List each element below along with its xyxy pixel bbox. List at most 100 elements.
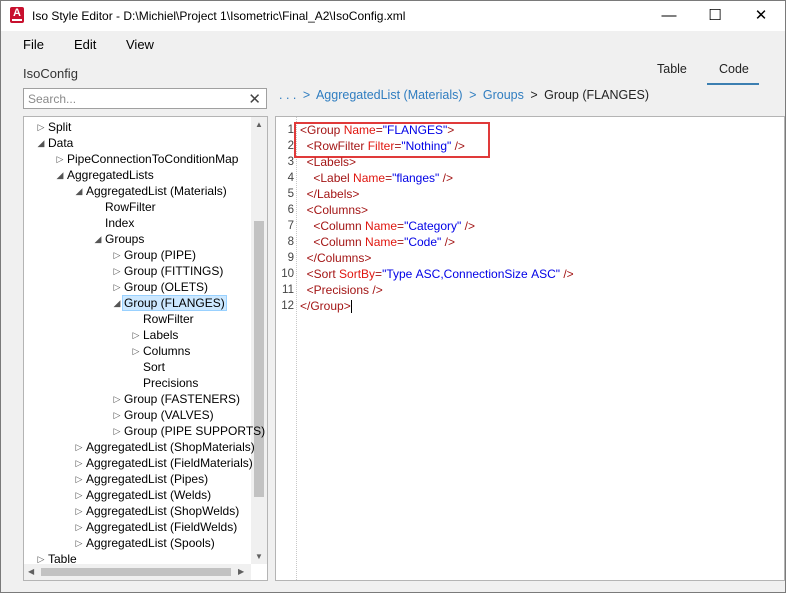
close-button[interactable]: ✕ [738,1,784,31]
tree-node[interactable]: ▷ PipeConnectionToConditionMap [57,151,239,167]
collapsed-arrow-icon[interactable]: ▷ [131,327,141,343]
tree-node[interactable]: ◢ Group (FLANGES) [114,295,227,311]
tree-node[interactable]: ▷ Group (PIPE) [114,247,197,263]
tree-node[interactable]: ▷ Group (FITTINGS) [114,263,224,279]
scroll-down-icon[interactable]: ▼ [255,552,263,561]
collapsed-arrow-icon[interactable]: ▷ [36,551,46,567]
tree-node-label: AggregatedList (FieldWelds) [86,520,238,534]
tree-view[interactable]: ▲ ▼ ◀ ▶ ▷ Split ◢ Data ▷ PipeConnectionToCond… [23,116,268,581]
collapsed-arrow-icon[interactable]: ▷ [74,455,84,471]
tree-node[interactable]: Precisions [143,375,198,391]
collapsed-arrow-icon[interactable]: ▷ [112,407,122,423]
tree-node[interactable]: RowFilter [143,311,194,327]
breadcrumb-ellipsis[interactable]: . . . [279,88,296,102]
tree-node[interactable]: ◢ Data [38,135,74,151]
collapsed-arrow-icon[interactable]: ▷ [112,247,122,263]
tree-node[interactable]: RowFilter [105,199,156,215]
tree-vertical-scrollbar[interactable]: ▲ ▼ [251,117,267,564]
menu-edit[interactable]: Edit [74,37,96,52]
tree-node[interactable]: ▷ Group (FASTENERS) [114,391,241,407]
collapsed-arrow-icon[interactable]: ▷ [74,487,84,503]
code-token: Name [365,235,398,249]
expanded-arrow-icon[interactable]: ◢ [74,183,84,199]
code-token: > [447,123,455,137]
line-number: 9 [287,252,294,264]
code-token: <Column [300,235,366,249]
breadcrumb-item-groups[interactable]: Groups [483,88,524,102]
code-token: "flanges" [392,171,440,185]
code-text: </Group> [300,298,352,314]
expanded-arrow-icon[interactable]: ◢ [55,167,65,183]
menu-file[interactable]: File [23,37,44,52]
tree-node[interactable]: ▷ AggregatedList (Pipes) [76,471,209,487]
line-number: 7 [287,220,294,232]
tree-node[interactable]: ◢ Groups [95,231,145,247]
tab-code[interactable]: Code [719,62,749,76]
collapsed-arrow-icon[interactable]: ▷ [112,391,122,407]
collapsed-arrow-icon[interactable]: ▷ [112,263,122,279]
breadcrumb-item-aggregatedlist[interactable]: AggregatedList (Materials) [316,88,463,102]
collapsed-arrow-icon[interactable]: ▷ [36,119,46,135]
code-editor[interactable]: 1 <Group Name="FLANGES"> 2 <RowFilter Filt… [275,116,785,581]
code-token: "Category" [404,219,462,233]
expanded-arrow-icon[interactable]: ◢ [112,295,122,311]
code-token: /> [461,219,475,233]
tree-node[interactable]: ▷ Columns [133,343,191,359]
scroll-up-icon[interactable]: ▲ [255,120,263,129]
window-title: Iso Style Editor - D:\Michiel\Project 1\… [32,9,406,23]
code-token: </Labels> [300,187,360,201]
tree-node[interactable]: ▷ Split [38,119,72,135]
collapsed-arrow-icon[interactable]: ▷ [74,471,84,487]
maximize-button[interactable]: ☐ [692,1,738,31]
code-line: 2 <RowFilter Filter="Nothing" /> [276,138,776,154]
tree-vertical-scroll-thumb[interactable] [254,221,264,497]
tree-node[interactable]: ▷ AggregatedList (Spools) [76,535,215,551]
collapsed-arrow-icon[interactable]: ▷ [74,519,84,535]
tree-node[interactable]: ◢ AggregatedLists [57,167,154,183]
title-bar: A Iso Style Editor - D:\Michiel\Project … [1,1,785,31]
code-token: "FLANGES" [382,123,448,137]
collapsed-arrow-icon[interactable]: ▷ [112,423,122,439]
clear-search-icon[interactable]: ✕ [248,90,261,108]
collapsed-arrow-icon[interactable]: ▷ [55,151,65,167]
tree-node-label: Precisions [143,376,199,390]
tree-node[interactable]: ▷ AggregatedList (ShopMaterials) [76,439,255,455]
code-token: SortBy [339,267,376,281]
tree-node[interactable]: ◢ AggregatedList (Materials) [76,183,227,199]
code-text: <Label Name="flanges" /> [300,170,453,186]
tree-horizontal-scroll-thumb[interactable] [41,568,231,576]
menu-view[interactable]: View [126,37,154,52]
tree-node-label: Group (FASTENERS) [124,392,241,406]
tree-node-label: Groups [105,232,145,246]
collapsed-arrow-icon[interactable]: ▷ [112,279,122,295]
search-input[interactable]: Search... ✕ [23,88,267,109]
tree-node[interactable]: Index [105,215,134,231]
scroll-left-icon[interactable]: ◀ [28,567,34,576]
tree-node[interactable]: ▷ AggregatedList (Welds) [76,487,212,503]
scroll-right-icon[interactable]: ▶ [238,567,244,576]
collapsed-arrow-icon[interactable]: ▷ [131,343,141,359]
tree-node[interactable]: ▷ AggregatedList (FieldMaterials) [76,455,253,471]
code-token: "Type ASC,ConnectionSize ASC" [382,267,560,281]
collapsed-arrow-icon[interactable]: ▷ [74,439,84,455]
code-token: Name [365,219,398,233]
code-token: /> [439,171,453,185]
minimize-button[interactable]: — [646,1,692,31]
tree-node[interactable]: ▷ Group (PIPE SUPPORTS) [114,423,266,439]
tree-node[interactable]: ▷ Group (VALVES) [114,407,214,423]
tree-node[interactable]: ▷ AggregatedList (ShopWelds) [76,503,240,519]
tree-node[interactable]: ▷ Labels [133,327,179,343]
tree-node[interactable]: ▷ Table [38,551,77,567]
line-number: 5 [287,188,294,200]
tree-node[interactable]: Sort [143,359,165,375]
expanded-arrow-icon[interactable]: ◢ [93,231,103,247]
tree-node[interactable]: ▷ AggregatedList (FieldWelds) [76,519,238,535]
expanded-arrow-icon[interactable]: ◢ [36,135,46,151]
collapsed-arrow-icon[interactable]: ▷ [74,535,84,551]
tree-node-label: AggregatedLists [67,168,154,182]
tab-table[interactable]: Table [657,62,687,76]
line-number: 11 [282,284,294,296]
collapsed-arrow-icon[interactable]: ▷ [74,503,84,519]
tree-node[interactable]: ▷ Group (OLETS) [114,279,209,295]
code-line: 5 </Labels> [276,186,776,202]
